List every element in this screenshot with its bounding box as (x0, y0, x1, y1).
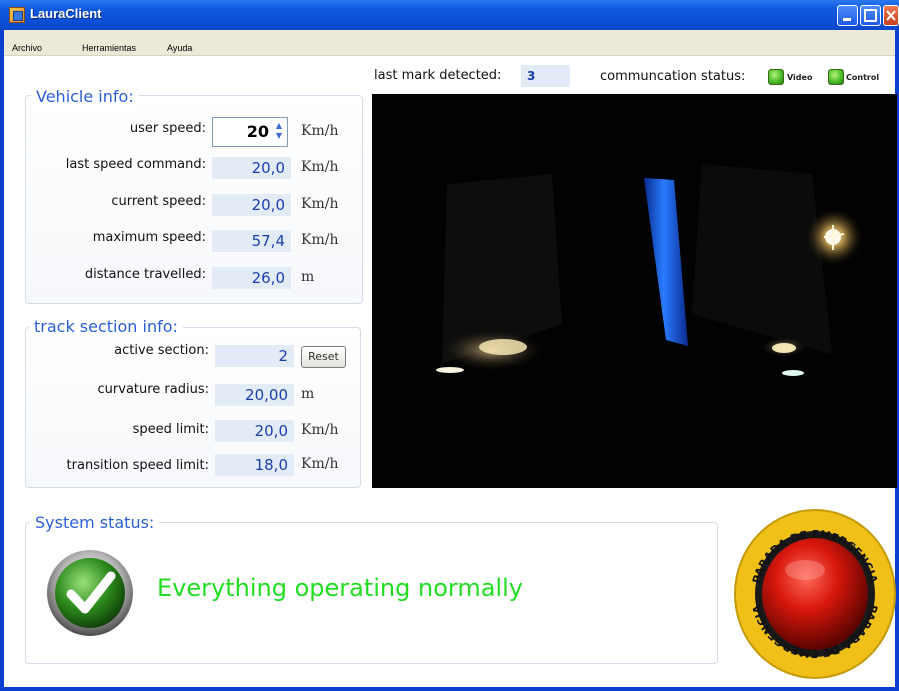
active-section-label: active section: (114, 343, 209, 358)
video-status-label: Video (787, 73, 813, 82)
current-speed-unit: Km/h (301, 196, 339, 212)
user-speed-label: user speed: (129, 121, 206, 136)
menu-bar: Archivo Herramientas Ayuda (4, 30, 895, 56)
minimize-button[interactable] (837, 5, 858, 26)
maximize-button[interactable] (860, 5, 881, 26)
menu-herramientas[interactable]: Herramientas (82, 43, 136, 53)
distance-travelled-label: distance travelled: (84, 267, 206, 282)
current-speed-label: current speed: (111, 194, 206, 209)
menu-ayuda[interactable]: Ayuda (167, 43, 192, 53)
user-speed-unit: Km/h (301, 123, 339, 139)
camera-image (372, 94, 897, 488)
distance-travelled-unit: m (301, 269, 315, 285)
app-window: LauraClient Archivo Herramientas Ayuda l… (0, 0, 899, 691)
transition-speed-limit-label: transition speed limit: (66, 458, 209, 473)
emergency-stop-button[interactable]: PARADA DE EMERGENCIA PARADA DE EMERGENCI… (733, 508, 898, 680)
video-status-led (768, 69, 784, 85)
window-title: LauraClient (30, 6, 102, 21)
system-status-title: System status: (30, 513, 160, 532)
maximum-speed-value: 57,4 (212, 230, 291, 252)
close-icon (886, 10, 896, 21)
minimize-icon (843, 18, 851, 21)
comm-status-label: communcation status: (600, 69, 746, 84)
active-section-value: 2 (215, 345, 294, 367)
reset-button[interactable]: Reset (301, 346, 346, 368)
vehicle-info-title: Vehicle info: (31, 87, 139, 106)
speed-limit-value: 20,0 (215, 420, 294, 442)
last-speed-command-label: last speed command: (65, 157, 206, 172)
stepper-up-icon[interactable]: ▲ (273, 121, 285, 131)
speed-limit-label: speed limit: (132, 422, 209, 437)
curvature-radius-unit: m (301, 386, 315, 402)
maximize-icon (864, 9, 877, 22)
transition-speed-limit-value: 18,0 (215, 454, 294, 476)
user-speed-stepper[interactable]: 20 ▲ ▼ (212, 117, 288, 147)
stepper-down-icon[interactable]: ▼ (273, 131, 285, 141)
close-button[interactable] (883, 5, 899, 26)
curvature-radius-value: 20,00 (215, 384, 294, 406)
distance-travelled-value: 26,0 (212, 267, 291, 289)
control-status-label: Control (846, 73, 880, 82)
current-speed-value: 20,0 (212, 194, 291, 216)
app-icon (9, 7, 25, 23)
control-status-led (828, 69, 844, 85)
check-icon (47, 550, 133, 636)
track-section-title: track section info: (29, 317, 183, 336)
transition-speed-limit-unit: Km/h (301, 456, 339, 472)
speed-limit-unit: Km/h (301, 422, 339, 438)
last-mark-label: last mark detected: (374, 68, 502, 83)
last-speed-command-unit: Km/h (301, 159, 339, 175)
curvature-radius-label: curvature radius: (97, 382, 209, 397)
maximum-speed-label: maximum speed: (92, 230, 206, 245)
title-bar[interactable]: LauraClient (0, 0, 899, 30)
emergency-stop-icon: PARADA DE EMERGENCIA PARADA DE EMERGENCI… (734, 509, 896, 679)
user-speed-value: 20 (246, 122, 269, 141)
last-speed-command-value: 20,0 (212, 157, 291, 179)
stepper-arrows: ▲ ▼ (273, 121, 285, 143)
last-mark-value: 3 (521, 65, 570, 87)
maximum-speed-unit: Km/h (301, 232, 339, 248)
system-status-message: Everything operating normally (157, 574, 523, 602)
camera-feed (372, 94, 897, 488)
menu-archivo[interactable]: Archivo (12, 43, 42, 53)
